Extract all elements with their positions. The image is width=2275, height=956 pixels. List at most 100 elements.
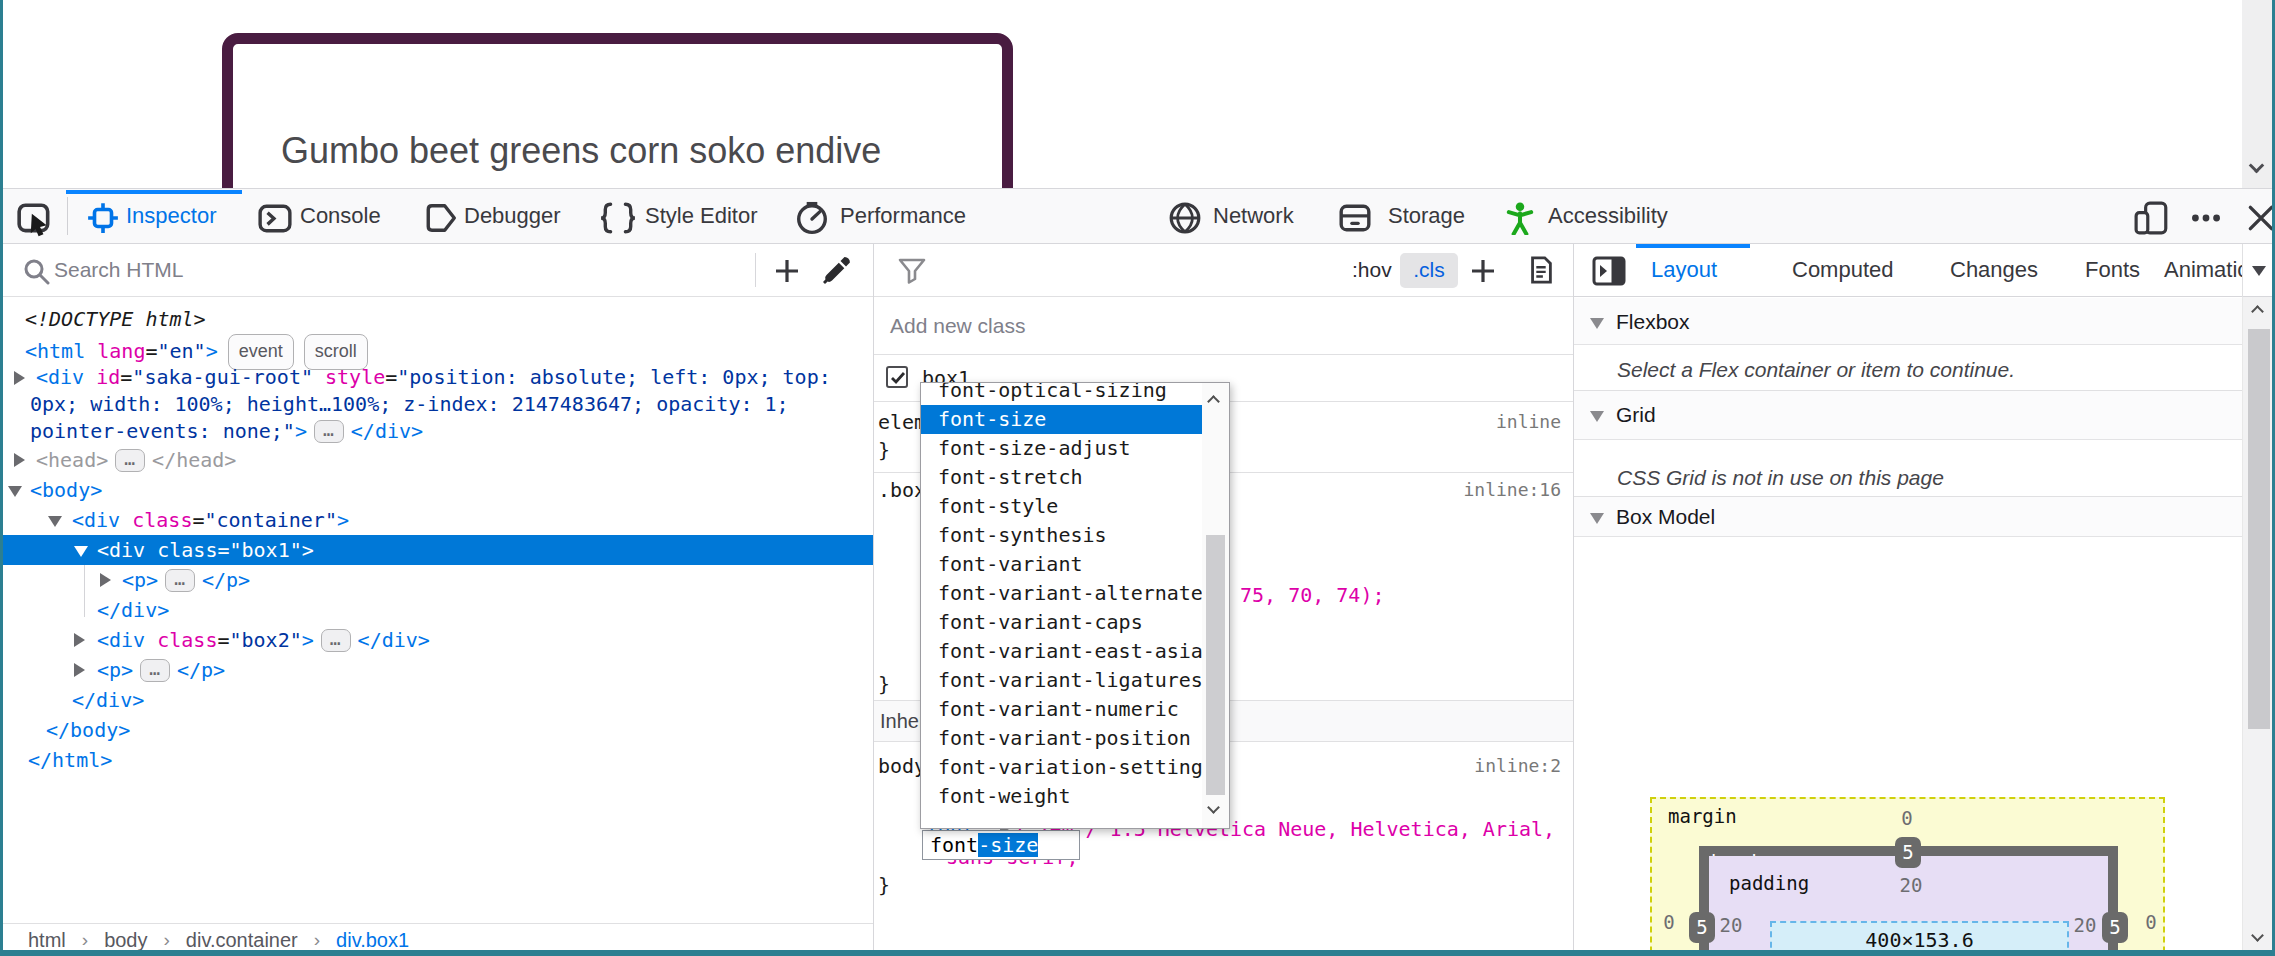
expand-arrow-icon[interactable]	[14, 453, 25, 467]
markup-row[interactable]: </html>	[0, 745, 873, 775]
autocomplete-item[interactable]: font-variant-caps	[921, 608, 1203, 637]
menu-icon[interactable]	[2188, 201, 2222, 235]
border-top-value[interactable]: 5	[1895, 837, 1921, 868]
sidetab-animations[interactable]: Animations	[2164, 244, 2242, 296]
sidebar-toggle-icon[interactable]	[1592, 255, 1626, 291]
search-input[interactable]: Search HTML	[54, 244, 184, 296]
add-class-input[interactable]: Add new class	[890, 298, 1025, 354]
margin-top-value[interactable]: 0	[1892, 807, 1922, 829]
tab-performance[interactable]: Performance	[840, 189, 966, 243]
print-simulation-icon[interactable]	[1526, 255, 1556, 285]
panel-splitter[interactable]	[873, 244, 874, 956]
collapsed-content-pill[interactable]: …	[115, 449, 145, 472]
markup-row[interactable]: 0px; width: 100%; height…100%; z-index: …	[0, 391, 873, 418]
collapsed-content-pill[interactable]: …	[140, 659, 170, 682]
expand-arrow-icon[interactable]	[100, 573, 111, 587]
autocomplete-item[interactable]: font-size-adjust	[921, 434, 1203, 463]
expand-arrow-icon[interactable]	[14, 371, 25, 385]
scrollbar-thumb[interactable]	[2248, 329, 2270, 729]
expand-arrow-icon[interactable]	[74, 663, 85, 677]
pick-element-icon[interactable]	[16, 201, 50, 235]
border-right-value[interactable]: 5	[2102, 912, 2128, 943]
section-box-model[interactable]: Box Model	[1574, 497, 2242, 537]
property-name-editor[interactable]: font-size	[922, 830, 1080, 860]
layout-scrollbar[interactable]	[2242, 297, 2275, 950]
breadcrumb-item[interactable]: div.box1	[336, 929, 409, 952]
add-node-icon[interactable]	[772, 256, 802, 286]
scrollbar-thumb[interactable]	[1206, 535, 1225, 795]
collapsed-content-pill[interactable]: …	[314, 420, 344, 443]
autocomplete-item[interactable]: font-variation-settings	[921, 753, 1203, 782]
section-grid[interactable]: Grid	[1574, 391, 2242, 440]
collapse-arrow-icon[interactable]	[8, 486, 22, 497]
markup-row[interactable]: <div id="saka-gui-root" style="position:…	[0, 364, 873, 391]
markup-row[interactable]: <html lang="en">eventscroll	[0, 334, 873, 364]
collapsed-content-pill[interactable]: …	[165, 569, 195, 592]
tab-network[interactable]: Network	[1213, 189, 1294, 243]
collapse-arrow-icon[interactable]	[74, 546, 88, 557]
markup-row[interactable]: <p>…</p>	[0, 565, 873, 595]
padding-left-value[interactable]: 20	[1711, 914, 1751, 936]
markup-row[interactable]: </div>	[0, 595, 873, 625]
sidetab-layout[interactable]: Layout	[1651, 244, 1717, 296]
box-model-padding-box[interactable]: padding 20 20 20 20 400×153.6	[1709, 856, 2108, 956]
autocomplete-item[interactable]: font-variant-position	[921, 724, 1203, 753]
scroll-down-icon[interactable]	[2249, 158, 2265, 174]
tab-storage[interactable]: Storage	[1388, 189, 1465, 243]
box-model-margin-box[interactable]: margin 0 0 0 40 border padding 20 20 20 …	[1650, 797, 2165, 956]
autocomplete-item[interactable]: font-variant-east-asian	[921, 637, 1203, 666]
margin-right-value[interactable]: 0	[2136, 911, 2166, 933]
autocomplete-item[interactable]: font-style	[921, 492, 1203, 521]
rule-element-source[interactable]: inline	[1496, 408, 1561, 436]
markup-row[interactable]: <body>	[0, 475, 873, 505]
collapsed-content-pill[interactable]: …	[321, 629, 351, 652]
markup-row[interactable]: <div class="container">	[0, 505, 873, 535]
section-flexbox[interactable]: Flexbox	[1574, 298, 2242, 345]
popup-scrollbar[interactable]	[1202, 383, 1229, 828]
autocomplete-item[interactable]: font-synthesis	[921, 521, 1203, 550]
class-toggle-button[interactable]: .cls	[1400, 253, 1458, 288]
sidetab-computed[interactable]: Computed	[1792, 244, 1894, 296]
autocomplete-item[interactable]: font-size	[921, 405, 1203, 434]
expand-arrow-icon[interactable]	[74, 633, 85, 647]
scroll-down-icon[interactable]	[2251, 929, 2264, 942]
scroll-down-icon[interactable]	[1207, 801, 1220, 814]
rule-body-source[interactable]: inline:2	[1474, 752, 1561, 780]
sidetab-changes[interactable]: Changes	[1950, 244, 2038, 296]
breadcrumb-item[interactable]: html	[28, 929, 66, 952]
markup-row[interactable]: pointer-events: none;">…</div>	[0, 418, 873, 445]
autocomplete-item[interactable]: font-weight	[921, 782, 1203, 811]
markup-row[interactable]: </body>	[0, 715, 873, 745]
autocomplete-item[interactable]: font-variant-numeric	[921, 695, 1203, 724]
margin-left-value[interactable]: 0	[1654, 911, 1684, 933]
sidetab-fonts[interactable]: Fonts	[2085, 244, 2140, 296]
markup-row[interactable]: <head>…</head>	[0, 445, 873, 475]
border-left-value[interactable]: 5	[1689, 912, 1715, 943]
collapse-arrow-icon[interactable]	[48, 516, 62, 527]
markup-row[interactable]: <div class="box2">…</div>	[0, 625, 873, 655]
close-icon[interactable]	[2244, 201, 2275, 235]
autocomplete-item[interactable]: font-variant	[921, 550, 1203, 579]
autocomplete-item[interactable]: font-variant-ligatures	[921, 666, 1203, 695]
autocomplete-item[interactable]: font-variant-alternates	[921, 579, 1203, 608]
breadcrumb-item[interactable]: div.container	[186, 929, 298, 952]
class-checkbox[interactable]	[886, 366, 908, 388]
tab-console[interactable]: Console	[300, 189, 381, 243]
scroll-up-icon[interactable]	[1207, 395, 1220, 408]
responsive-design-mode-icon[interactable]	[2134, 201, 2168, 235]
scroll-up-icon[interactable]	[2251, 305, 2264, 318]
pseudo-class-button[interactable]: :hov	[1352, 244, 1392, 296]
breadcrumb-item[interactable]: body	[104, 929, 147, 952]
tab-accessibility[interactable]: Accessibility	[1548, 189, 1668, 243]
autocomplete-item[interactable]: font-optical-sizing	[921, 382, 1203, 405]
rule-box1-source[interactable]: inline:16	[1463, 476, 1561, 504]
markup-row[interactable]: <!DOCTYPE html>	[0, 304, 873, 334]
panel-splitter[interactable]	[1573, 244, 1574, 956]
tab-inspector[interactable]: Inspector	[126, 189, 217, 243]
tab-style-editor[interactable]: Style Editor	[645, 189, 758, 243]
markup-row-selected[interactable]: <div class="box1">	[0, 535, 873, 565]
box-model-border-box[interactable]: border padding 20 20 20 20 400×153.6 5 5…	[1699, 846, 2118, 956]
page-scrollbar[interactable]	[2242, 0, 2273, 188]
add-rule-icon[interactable]	[1468, 256, 1498, 286]
markup-row[interactable]: <p>…</p>	[0, 655, 873, 685]
